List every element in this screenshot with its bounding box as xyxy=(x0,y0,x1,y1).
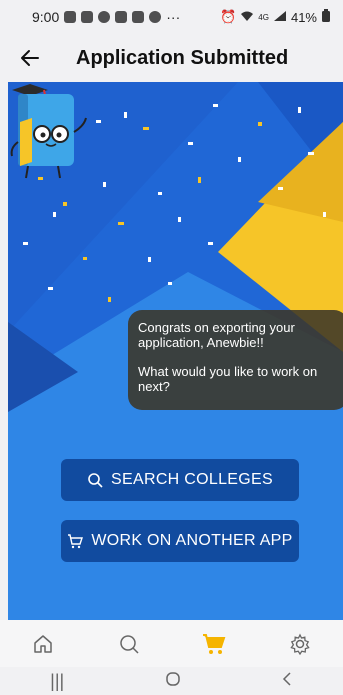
signal-icon xyxy=(273,10,287,25)
chevron-left-icon xyxy=(282,671,291,686)
search-colleges-button[interactable]: SEARCH COLLEGES xyxy=(61,459,299,501)
nav-cart[interactable] xyxy=(193,626,235,662)
bottom-nav xyxy=(0,620,343,667)
notification-icon xyxy=(149,11,162,23)
network-label: 4G xyxy=(258,12,269,22)
back-system-button[interactable] xyxy=(281,671,293,692)
battery-icon xyxy=(321,8,331,26)
wifi-icon xyxy=(240,10,254,25)
home-circle-icon xyxy=(165,671,180,686)
status-right: ⏰ 4G 41% xyxy=(220,8,331,26)
notification-icon xyxy=(64,11,77,23)
recent-apps-button[interactable]: ||| xyxy=(50,671,64,692)
work-on-another-app-button[interactable]: WORK ON ANOTHER APP xyxy=(61,520,299,562)
status-time: 9:00 xyxy=(32,9,60,25)
next-question-text: What would you like to work on next? xyxy=(138,364,318,394)
search-icon xyxy=(119,634,139,654)
notification-icon xyxy=(132,11,145,23)
congrats-message-bubble: Congrats on exporting your application, … xyxy=(128,310,343,410)
instagram-icon xyxy=(115,11,128,23)
home-icon xyxy=(34,634,52,653)
battery-percent: 41% xyxy=(290,9,317,25)
notification-icon xyxy=(81,11,94,23)
notification-icon xyxy=(98,11,111,23)
status-left: 9:00 ··· xyxy=(32,9,180,25)
search-icon xyxy=(87,472,103,488)
system-nav-bar: ||| xyxy=(0,667,343,695)
home-system-button[interactable] xyxy=(165,671,181,692)
nav-search[interactable] xyxy=(108,626,150,662)
congrats-text: Congrats on exporting your application, … xyxy=(138,320,295,350)
alarm-icon: ⏰ xyxy=(220,9,237,24)
gear-icon xyxy=(290,633,310,655)
nav-home[interactable] xyxy=(22,626,64,662)
app-bar: Application Submitted xyxy=(0,34,343,82)
cart-icon xyxy=(67,533,84,549)
more-notifications-icon: ··· xyxy=(166,9,181,25)
back-button[interactable] xyxy=(18,46,42,70)
page-title: Application Submitted xyxy=(76,46,289,69)
arrow-left-icon xyxy=(21,50,39,66)
search-colleges-label: SEARCH COLLEGES xyxy=(111,471,273,488)
cart-icon xyxy=(203,633,226,654)
status-bar: 9:00 ··· ⏰ 4G 41% xyxy=(0,0,343,34)
book-mascot-illustration xyxy=(10,84,87,179)
work-on-another-app-label: WORK ON ANOTHER APP xyxy=(91,532,293,549)
nav-settings[interactable] xyxy=(279,626,321,662)
